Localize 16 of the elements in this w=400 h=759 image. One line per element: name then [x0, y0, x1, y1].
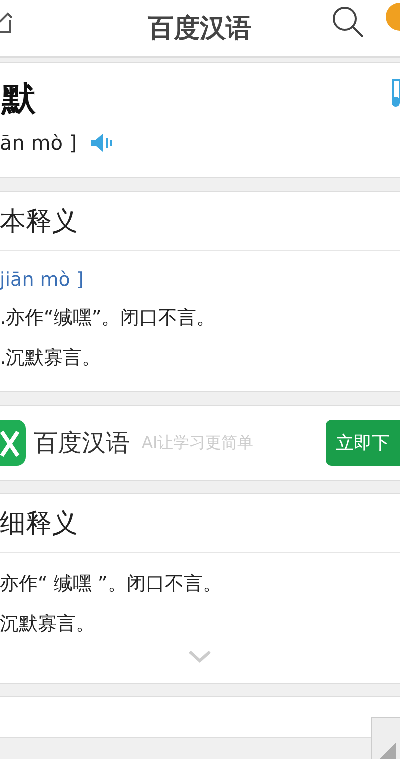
definition: 沉默寡言。 [0, 612, 96, 637]
search-icon[interactable] [330, 4, 366, 40]
chevron-down-icon[interactable] [189, 651, 211, 663]
headword: 默 [0, 78, 37, 121]
app-title: 百度汉语 [148, 12, 252, 46]
section-heading: 细释义 [0, 494, 400, 553]
speaker-icon[interactable] [91, 134, 114, 152]
definition: .亦作“缄嘿”。闭口不言。 [0, 306, 217, 331]
section-heading: 本释义 [0, 192, 400, 251]
back-to-top-button[interactable] [371, 717, 400, 759]
pinyin: ān mò ] [0, 131, 78, 155]
definition: 亦作“ 缄嘿 ”。闭口不言。 [0, 572, 223, 597]
pinyin: jiān mò ] [0, 269, 85, 291]
app-name: 百度汉语 [34, 428, 130, 459]
download-button[interactable]: 立即下 [326, 420, 400, 466]
definition: .沉默寡言。 [0, 346, 102, 371]
